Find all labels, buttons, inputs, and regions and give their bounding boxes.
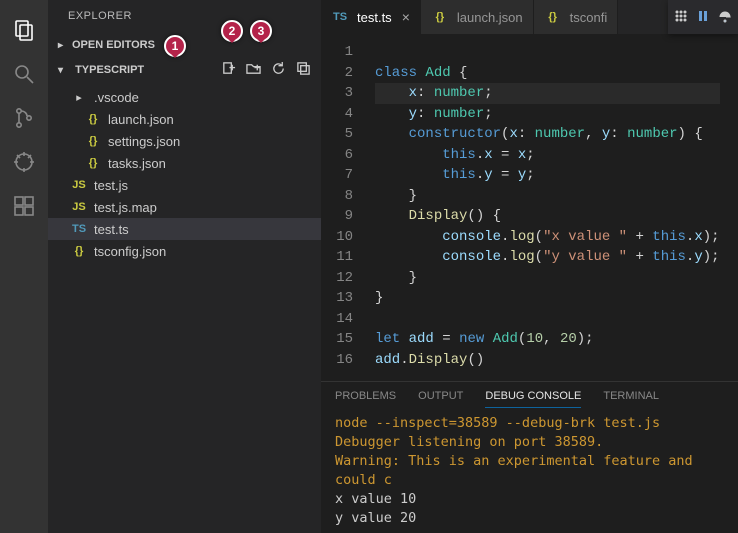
debug-console-output[interactable]: node --inspect=38589 --debug-brk test.js… — [321, 414, 738, 528]
json-file-icon: {} — [84, 113, 102, 125]
file-tree: ▸ .vscode {} launch.json {} settings.json {} ta… — [48, 84, 321, 264]
line-number: 7 — [321, 165, 353, 186]
step-over-icon[interactable] — [718, 9, 732, 26]
line-number: 2 — [321, 63, 353, 84]
drag-handle-icon[interactable] — [674, 9, 688, 26]
line-number: 12 — [321, 268, 353, 289]
console-line: node --inspect=38589 --debug-brk test.js — [335, 414, 724, 433]
tab-label: launch.json — [457, 10, 523, 25]
new-file-icon[interactable] — [221, 61, 236, 79]
console-line: Warning: This is an experimental feature… — [335, 452, 724, 490]
tab-label: test.ts — [357, 10, 392, 25]
console-line: Debugger listening on port 38589. — [335, 433, 724, 452]
line-number: 10 — [321, 227, 353, 248]
project-label: TYPESCRIPT — [75, 64, 144, 76]
panel-tablist: PROBLEMS OUTPUT DEBUG CONSOLE TERMINAL — [321, 382, 738, 414]
tab-terminal[interactable]: TERMINAL — [603, 390, 659, 408]
open-editors-label: OPEN EDITORS — [72, 39, 155, 51]
editor-tab-launch-json[interactable]: {} launch.json — [421, 0, 534, 34]
file--vscode[interactable]: ▸ .vscode — [48, 86, 321, 108]
explorer-sidebar: EXPLORER ▸ OPEN EDITORS ▾ TYPESCRIPT ▸ .v… — [48, 0, 321, 533]
bottom-panel: PROBLEMS OUTPUT DEBUG CONSOLE TERMINAL n… — [321, 381, 738, 533]
js-file-icon: JS — [70, 201, 88, 213]
ts-file-icon: TS — [70, 223, 88, 235]
line-number: 4 — [321, 104, 353, 125]
file-label: tsconfig.json — [94, 244, 166, 259]
line-number: 5 — [321, 124, 353, 145]
editor-tabs: TS test.ts × {} launch.json {} tsconfi — [321, 0, 738, 34]
tab-output[interactable]: OUTPUT — [418, 390, 463, 408]
debug-toolbar[interactable] — [668, 0, 738, 34]
debug-icon[interactable] — [0, 140, 48, 184]
console-line: x value 10 — [335, 490, 724, 509]
new-folder-icon[interactable] — [246, 61, 261, 79]
line-number: 6 — [321, 145, 353, 166]
line-number: 16 — [321, 350, 353, 371]
extensions-icon[interactable] — [0, 184, 48, 228]
line-number: 9 — [321, 206, 353, 227]
line-number-gutter: 12345678910111213141516 — [321, 34, 367, 381]
file-test-js[interactable]: JS test.js — [48, 174, 321, 196]
sidebar-title: EXPLORER — [48, 0, 321, 34]
json-file-icon: {} — [84, 157, 102, 169]
file-label: settings.json — [108, 134, 180, 149]
file-tsconfig-json[interactable]: {} tsconfig.json — [48, 240, 321, 262]
pause-icon[interactable] — [696, 9, 710, 26]
file-launch-json[interactable]: {} launch.json — [48, 108, 321, 130]
editor-area: TStest.ts×{}launch.json{}tsconfi 1234567… — [321, 0, 738, 533]
refresh-icon[interactable] — [271, 61, 286, 79]
project-header[interactable]: ▾ TYPESCRIPT — [48, 56, 321, 84]
callout-3: 3 — [250, 20, 272, 42]
tab-problems[interactable]: PROBLEMS — [335, 390, 396, 408]
file-label: tasks.json — [108, 156, 166, 171]
activity-bar — [0, 0, 48, 533]
line-number: 15 — [321, 329, 353, 350]
file-label: launch.json — [108, 112, 174, 127]
file-label: test.ts — [94, 222, 129, 237]
file-label: test.js.map — [94, 200, 157, 215]
tab-debug-console[interactable]: DEBUG CONSOLE — [485, 390, 581, 408]
editor-tab-test-ts[interactable]: TS test.ts × — [321, 0, 421, 34]
console-line: y value 20 — [335, 509, 724, 528]
line-number: 13 — [321, 288, 353, 309]
line-number: 8 — [321, 186, 353, 207]
json-file-icon: {} — [544, 11, 562, 23]
file-tasks-json[interactable]: {} tasks.json — [48, 152, 321, 174]
file-label: test.js — [94, 178, 128, 193]
line-number: 11 — [321, 247, 353, 268]
search-icon[interactable] — [0, 52, 48, 96]
json-file-icon: {} — [70, 245, 88, 257]
file-test-js-map[interactable]: JS test.js.map — [48, 196, 321, 218]
folder-icon: ▸ — [70, 91, 88, 104]
editor-tab-tsconfi[interactable]: {} tsconfi — [534, 0, 619, 34]
file-settings-json[interactable]: {} settings.json — [48, 130, 321, 152]
chevron-down-icon: ▾ — [58, 65, 68, 76]
explorer-icon[interactable] — [0, 8, 48, 52]
file-test-ts[interactable]: TS test.ts — [48, 218, 321, 240]
json-file-icon: {} — [431, 11, 449, 23]
code-editor[interactable]: 12345678910111213141516 class Add { x: n… — [321, 34, 738, 381]
git-icon[interactable] — [0, 96, 48, 140]
line-number: 3 — [321, 83, 353, 104]
collapse-all-icon[interactable] — [296, 61, 311, 79]
json-file-icon: {} — [84, 135, 102, 147]
file-label: .vscode — [94, 90, 139, 105]
callout-2: 2 — [221, 20, 243, 42]
tab-label: tsconfi — [570, 10, 608, 25]
line-number: 14 — [321, 309, 353, 330]
js-file-icon: JS — [70, 179, 88, 191]
ts-file-icon: TS — [331, 11, 349, 23]
line-number: 1 — [321, 42, 353, 63]
close-icon[interactable]: × — [402, 9, 410, 25]
callout-1: 1 — [164, 35, 186, 57]
code-body[interactable]: class Add { x: number; y: number; constr… — [367, 34, 720, 381]
chevron-right-icon: ▸ — [58, 40, 68, 51]
